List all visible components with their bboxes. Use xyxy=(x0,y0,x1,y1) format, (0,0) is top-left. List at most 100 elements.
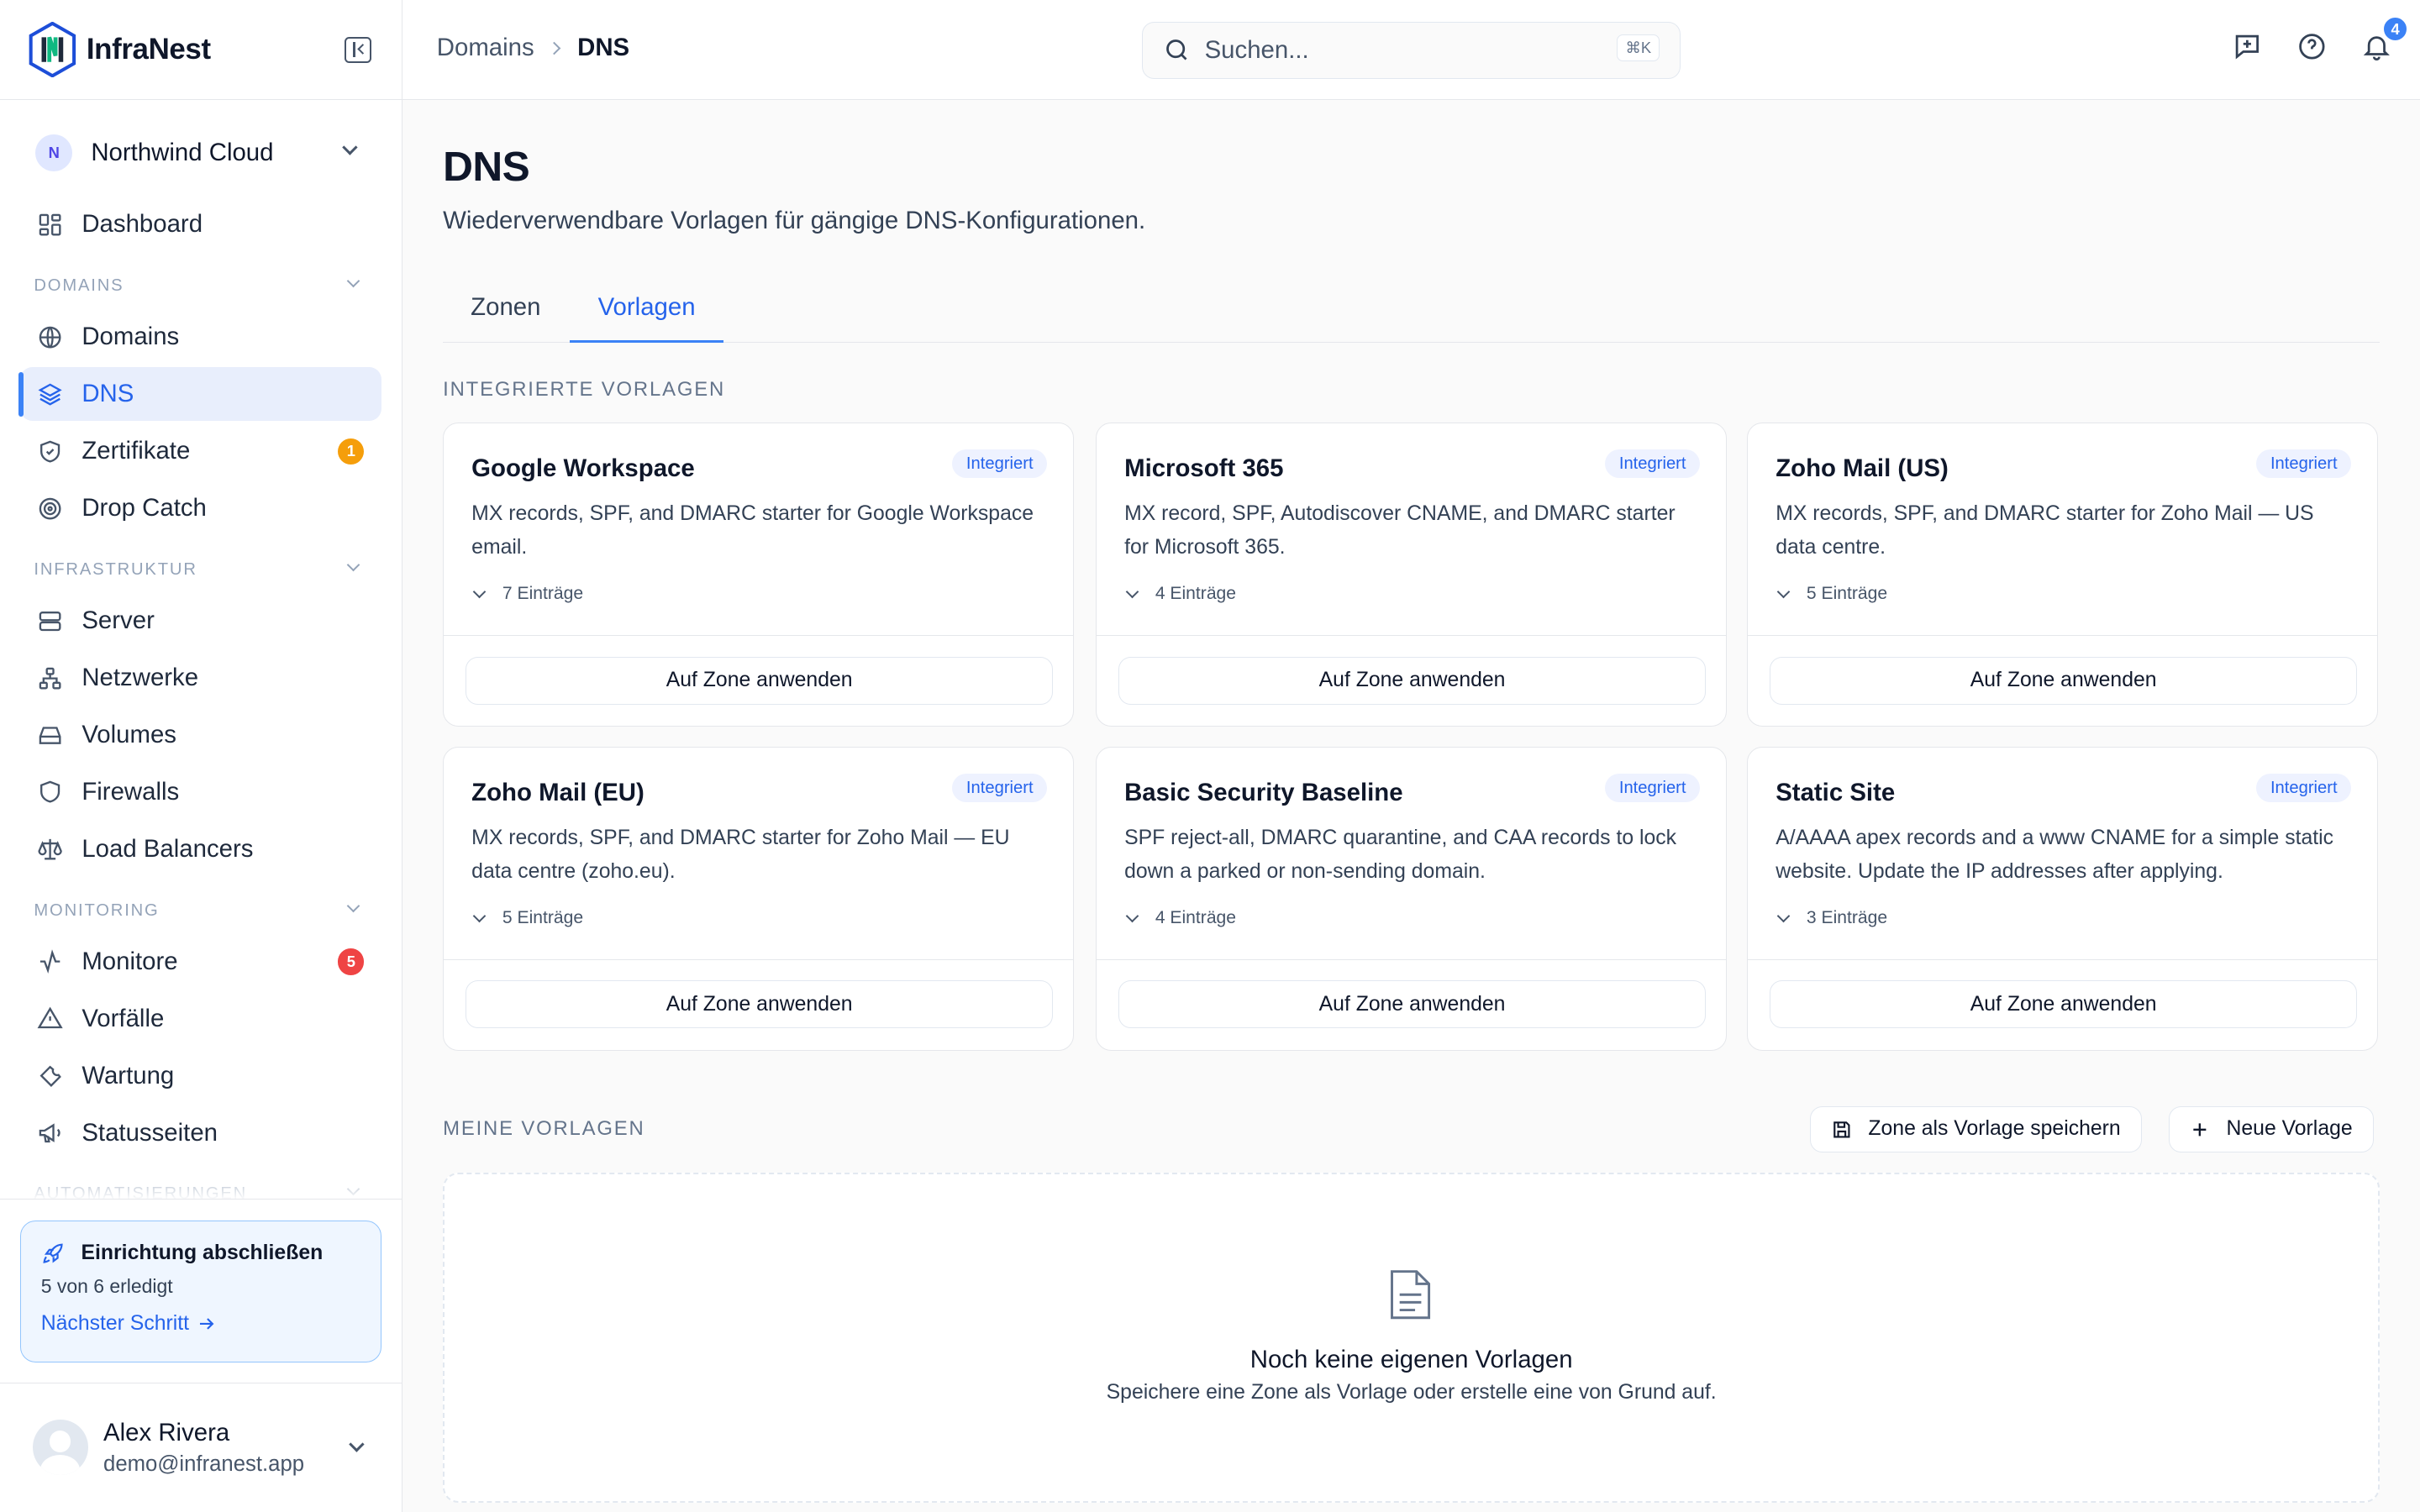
sidebar-item-volumes[interactable]: Volumes xyxy=(20,708,381,762)
brand-name: InfraNest xyxy=(86,33,211,66)
apply-to-zone-button[interactable]: Auf Zone anwenden xyxy=(1769,656,2358,705)
sidebar-divider xyxy=(0,1199,402,1200)
new-template-button[interactable]: Neue Vorlage xyxy=(2168,1105,2374,1152)
chevron-down-icon xyxy=(472,585,487,599)
help-icon[interactable] xyxy=(2296,31,2328,62)
app-root: InfraNest N Northwind Cloud Dashboard DO… xyxy=(0,0,2420,1512)
sidebar-item-domains[interactable]: Domains xyxy=(20,310,381,364)
apply-to-zone-button[interactable]: Auf Zone anwenden xyxy=(1118,656,1707,705)
template-card: Zoho Mail (US) Integriert MX records, SP… xyxy=(1747,423,2379,727)
status-badge: Integriert xyxy=(1605,449,1701,479)
next-step-label: Nächster Schritt xyxy=(40,1311,190,1335)
section-label: INFRASTRUKTUR xyxy=(34,559,197,579)
shield-icon xyxy=(37,779,63,805)
sidebar-item-networks[interactable]: Netzwerke xyxy=(20,651,381,705)
section-label: DOMAINS xyxy=(34,276,124,295)
empty-state-title: Noch keine eigenen Vorlagen xyxy=(1249,1345,1573,1373)
search-icon xyxy=(1166,39,1187,60)
entries-count: 7 Einträge xyxy=(502,584,584,604)
template-name: Static Site xyxy=(1776,778,1896,806)
empty-state-subtitle: Speichere eine Zone als Vorlage oder ers… xyxy=(1106,1380,1717,1404)
entries-toggle[interactable]: 7 Einträge xyxy=(472,584,584,604)
status-badge: Integriert xyxy=(2256,449,2352,479)
sidebar-item-incidents[interactable]: Vorfälle xyxy=(20,992,381,1046)
template-name: Zoho Mail (EU) xyxy=(471,778,644,806)
page-title: DNS xyxy=(443,142,530,190)
sidebar-item-monitors[interactable]: Monitore 5 xyxy=(20,935,381,989)
sidebar-item-label: Statusseiten xyxy=(82,1118,218,1147)
sidebar-item-dns[interactable]: DNS xyxy=(18,367,381,422)
card-divider xyxy=(444,634,1074,636)
sidebar: InfraNest N Northwind Cloud Dashboard DO… xyxy=(0,0,403,1512)
apply-to-zone-button[interactable]: Auf Zone anwenden xyxy=(465,980,1054,1029)
chevron-down-icon xyxy=(1125,585,1139,599)
card-divider xyxy=(1097,634,1727,636)
search-placeholder: Suchen... xyxy=(1204,35,1309,64)
workspace-switcher[interactable]: N Northwind Cloud xyxy=(22,131,381,174)
setup-progress: 5 von 6 erledigt xyxy=(40,1275,173,1298)
entries-count: 5 Einträge xyxy=(502,907,584,927)
template-description: SPF reject-all, DMARC quarantine, and CA… xyxy=(1124,827,1677,883)
hard-drive-icon xyxy=(37,722,63,748)
network-icon xyxy=(37,665,63,691)
breadcrumb-domains[interactable]: Domains xyxy=(437,34,534,62)
next-step-link[interactable]: Nächster Schritt xyxy=(41,1312,217,1336)
apply-to-zone-button[interactable]: Auf Zone anwenden xyxy=(465,656,1054,705)
template-card: Microsoft 365 Integriert MX record, SPF,… xyxy=(1096,423,1728,727)
sidebar-item-label: Monitore xyxy=(82,948,178,976)
arrow-right-icon xyxy=(200,1317,214,1330)
infranest-logo-icon[interactable] xyxy=(28,21,77,78)
layers-icon xyxy=(37,381,63,407)
section-infrastructure[interactable]: INFRASTRUKTUR xyxy=(20,538,381,594)
chevron-down-icon xyxy=(472,909,487,922)
sidebar-item-load-balancers[interactable]: Load Balancers xyxy=(20,822,381,876)
feedback-icon[interactable] xyxy=(2232,31,2263,62)
sidebar-item-certificates[interactable]: Zertifikate 1 xyxy=(20,424,381,478)
apply-to-zone-button[interactable]: Auf Zone anwenden xyxy=(1118,980,1707,1029)
card-divider xyxy=(1097,958,1727,960)
workspace-name: Northwind Cloud xyxy=(91,138,274,166)
template-card: Google Workspace Integriert MX records, … xyxy=(443,423,1075,727)
card-divider xyxy=(444,958,1074,960)
entries-toggle[interactable]: 4 Einträge xyxy=(1125,908,1236,928)
sidebar-item-drop-catch[interactable]: Drop Catch xyxy=(20,481,381,535)
status-badge: Integriert xyxy=(952,449,1048,479)
sidebar-item-maintenance[interactable]: Wartung xyxy=(20,1049,381,1103)
entries-toggle[interactable]: 4 Einträge xyxy=(1125,584,1236,604)
entries-toggle[interactable]: 5 Einträge xyxy=(1776,584,1887,604)
template-description: A/AAAA apex records and a www CNAME for … xyxy=(1776,827,2334,883)
sidebar-item-label: Drop Catch xyxy=(82,494,207,522)
empty-state: Noch keine eigenen Vorlagen Speichere ei… xyxy=(443,1172,2381,1503)
sidebar-collapse-icon[interactable] xyxy=(345,37,371,64)
builtin-templates-heading: INTEGRIERTE VORLAGEN xyxy=(443,377,726,401)
user-info: Alex Rivera demo@infranest.app xyxy=(103,1419,304,1477)
sidebar-item-label: Volumes xyxy=(82,721,176,749)
status-badge: Integriert xyxy=(1605,774,1701,803)
sidebar-item-status-pages[interactable]: Statusseiten xyxy=(20,1106,381,1160)
target-icon xyxy=(37,496,63,522)
workspace-avatar: N xyxy=(35,134,73,171)
entries-toggle[interactable]: 5 Einträge xyxy=(472,907,584,928)
sidebar-item-dashboard[interactable]: Dashboard xyxy=(20,197,381,251)
section-domains[interactable]: DOMAINS xyxy=(20,255,381,310)
bell-icon[interactable]: 4 xyxy=(2361,15,2410,62)
sidebar-item-label: Dashboard xyxy=(82,210,203,239)
search-shortcut: ⌘K xyxy=(1617,34,1660,61)
user-menu[interactable]: Alex Rivera demo@infranest.app xyxy=(0,1382,402,1512)
save-zone-as-template-button[interactable]: Zone als Vorlage speichern xyxy=(1810,1105,2142,1152)
sidebar-item-servers[interactable]: Server xyxy=(20,594,381,648)
topbar: Domains DNS Suchen... ⌘K 4 xyxy=(402,0,2420,101)
entries-count: 3 Einträge xyxy=(1806,907,1888,927)
tab-zones[interactable]: Zonen xyxy=(471,279,540,342)
tab-templates[interactable]: Vorlagen xyxy=(569,279,724,343)
apply-to-zone-button[interactable]: Auf Zone anwenden xyxy=(1769,980,2358,1029)
template-name: Zoho Mail (US) xyxy=(1776,454,1949,482)
search-input[interactable]: Suchen... ⌘K xyxy=(1142,21,1681,79)
chevron-down-icon xyxy=(346,899,360,912)
entries-toggle[interactable]: 3 Einträge xyxy=(1776,907,1888,928)
sidebar-item-firewalls[interactable]: Firewalls xyxy=(20,765,381,819)
chevron-down-icon xyxy=(349,1436,365,1452)
setup-card[interactable]: Einrichtung abschließen 5 von 6 erledigt… xyxy=(19,1220,381,1362)
template-description: MX record, SPF, Autodiscover CNAME, and … xyxy=(1124,502,1676,559)
section-monitoring[interactable]: MONITORING xyxy=(20,879,381,935)
